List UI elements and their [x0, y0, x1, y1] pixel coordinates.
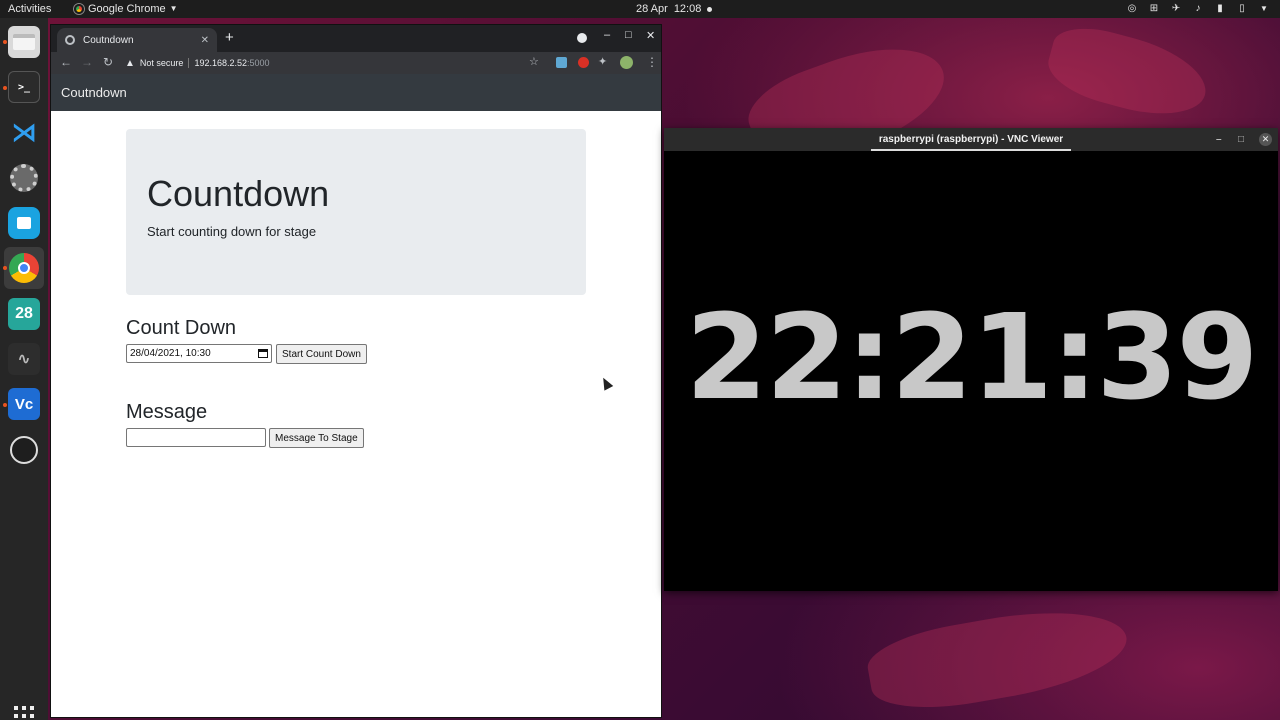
app-menu[interactable]: Google Chrome ▼	[74, 0, 178, 18]
volume-icon[interactable]: ♪	[1192, 0, 1204, 18]
navbar-brand[interactable]: Coutndown	[61, 85, 127, 100]
close-window-icon[interactable]: ✕	[646, 29, 655, 42]
notification-dot-icon	[707, 6, 713, 12]
browser-tab[interactable]: Coutndown ✕	[57, 28, 217, 52]
avatar[interactable]	[620, 56, 633, 69]
profile-icon[interactable]	[577, 33, 587, 43]
start-countdown-button[interactable]: Start Count Down	[276, 344, 367, 364]
files-icon[interactable]	[8, 26, 40, 58]
countdown-heading: Count Down	[126, 317, 237, 339]
extension-icon[interactable]	[578, 57, 589, 68]
warning-icon: ▲	[125, 57, 135, 69]
app-menu-label: Google Chrome	[88, 3, 166, 15]
security-label: Not secure	[139, 58, 184, 68]
chrome-icon	[74, 4, 84, 14]
maximize-icon[interactable]: □	[625, 29, 632, 41]
close-tab-icon[interactable]: ✕	[201, 35, 209, 46]
vnc-viewer-icon[interactable]: Vc	[8, 388, 40, 420]
minimize-icon[interactable]: –	[1216, 128, 1222, 151]
folder-shape	[13, 34, 35, 50]
caret-down-icon: ▼	[169, 4, 178, 13]
network-icon[interactable]: ⊞	[1148, 0, 1160, 18]
running-indicator	[3, 40, 7, 44]
countdown-timer-display: 22:21:39	[685, 288, 1258, 426]
new-tab-button[interactable]: +	[225, 30, 234, 46]
obs-icon[interactable]	[8, 434, 40, 466]
vnc-titlebar[interactable]: raspberrypi (raspberrypi) - VNC Viewer –…	[664, 128, 1278, 151]
web-page: Coutndown Countdown Start counting down …	[51, 74, 661, 717]
menu-kebab-icon[interactable]: ⋮	[646, 55, 658, 69]
running-indicator	[3, 403, 7, 407]
navbar: Coutndown	[51, 74, 661, 111]
chevron-down-icon[interactable]: ▼	[1258, 0, 1270, 18]
system-monitor-icon[interactable]: ∿	[8, 343, 40, 375]
bag-shape	[17, 217, 31, 229]
obs-circle	[10, 436, 38, 464]
running-indicator	[3, 266, 7, 270]
activities-button[interactable]: Activities	[8, 0, 51, 18]
settings-icon[interactable]	[8, 162, 40, 194]
gear-shape	[10, 164, 38, 192]
jumbotron: Countdown Start counting down for stage	[126, 129, 586, 295]
title-underline	[871, 149, 1071, 151]
browser-toolbar: ← → ↻ ▲ Not secure 192.168.2.52:5000 ☆ ✦…	[51, 52, 661, 74]
chrome-icon	[9, 253, 39, 283]
running-indicator	[3, 86, 7, 90]
puzzle-icon[interactable]: ✦	[598, 55, 607, 68]
system-tray[interactable]: ◎ ⊞ ✈ ♪ ▮ ▯ ▼	[1126, 0, 1270, 18]
page-title: Countdown	[147, 173, 330, 214]
message-to-stage-button[interactable]: Message To Stage	[269, 428, 364, 448]
vnc-window-title: raspberrypi (raspberrypi) - VNC Viewer	[878, 134, 1064, 145]
clock[interactable]: 28 Apr 12:08	[636, 0, 713, 18]
calendar-picker-icon[interactable]	[258, 349, 268, 358]
airplane-icon[interactable]: ✈	[1170, 0, 1182, 18]
message-input[interactable]	[126, 428, 266, 447]
minimize-icon[interactable]: –	[604, 29, 610, 41]
chrome-window: Coutndown ✕ + – □ ✕ ← → ↻ ▲ Not secure 1…	[50, 24, 662, 718]
chrome-center	[18, 262, 30, 274]
software-center-icon[interactable]	[8, 207, 40, 239]
chrome-dock-item[interactable]	[4, 247, 44, 289]
extension-icon[interactable]	[556, 57, 567, 68]
accessibility-icon[interactable]: ◎	[1126, 0, 1138, 18]
address-bar[interactable]: ▲ Not secure 192.168.2.52:5000	[125, 54, 555, 72]
datetime-value: 28/04/2021, 10:30	[130, 348, 211, 359]
dock: >_ ⋊ 28 ∿ Vc	[0, 18, 48, 720]
clock-date: 28 Apr	[636, 3, 668, 15]
back-icon[interactable]: ←	[60, 55, 72, 69]
countdown-datetime-input[interactable]: 28/04/2021, 10:30	[126, 344, 272, 363]
vscode-icon[interactable]: ⋊	[8, 116, 40, 148]
url-port: :5000	[247, 58, 270, 68]
message-heading: Message	[126, 401, 208, 423]
url-host: 192.168.2.52	[194, 58, 247, 68]
calendar-icon[interactable]: 28	[8, 298, 40, 330]
wallpaper-shape	[863, 596, 1133, 720]
page-subtitle: Start counting down for stage	[147, 224, 317, 239]
globe-icon	[65, 35, 75, 45]
vnc-viewer-window: raspberrypi (raspberrypi) - VNC Viewer –…	[664, 128, 1278, 591]
wallpaper-shape	[1041, 18, 1215, 128]
divider	[188, 58, 190, 68]
battery-icon[interactable]: ▯	[1236, 0, 1248, 18]
maximize-icon[interactable]: □	[1238, 128, 1244, 151]
forward-icon[interactable]: →	[81, 55, 93, 69]
clock-time: 12:08	[673, 3, 702, 15]
top-bar: Activities Google Chrome ▼ 28 Apr 12:08 …	[0, 0, 1280, 18]
microphone-icon[interactable]: ▮	[1214, 0, 1226, 18]
show-applications-icon[interactable]	[12, 704, 36, 720]
tab-title: Coutndown	[83, 34, 134, 46]
tab-strip: Coutndown ✕ + – □ ✕	[51, 25, 661, 52]
terminal-icon[interactable]: >_	[8, 71, 40, 103]
reload-icon[interactable]: ↻	[103, 55, 113, 69]
close-icon[interactable]: ✕	[1259, 133, 1272, 146]
bookmark-star-icon[interactable]: ☆	[529, 55, 539, 68]
